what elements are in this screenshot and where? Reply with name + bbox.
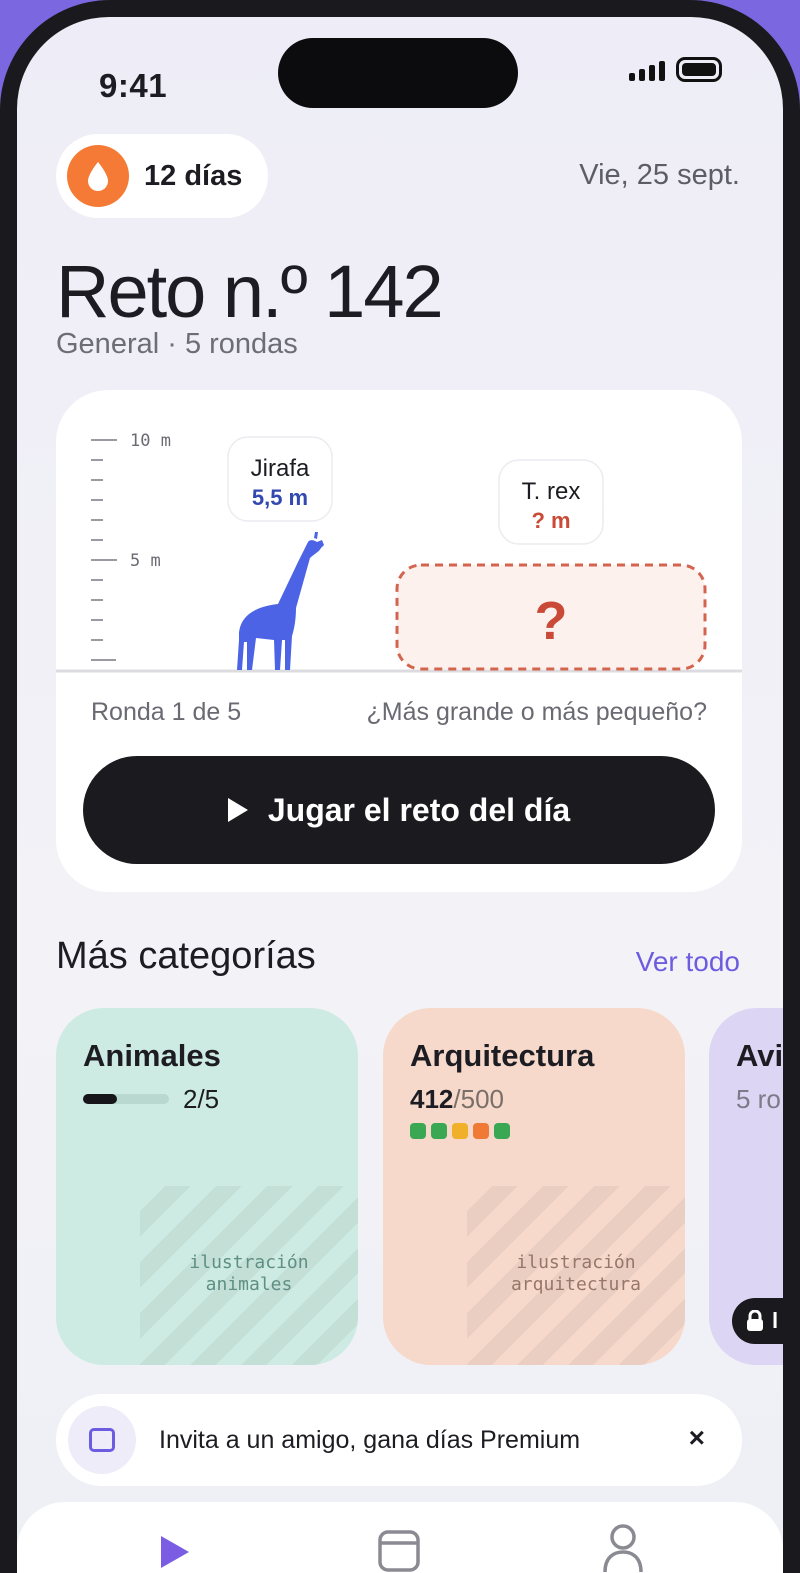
round-label: Ronda 1 de 5 (91, 698, 242, 726)
round-question: ¿Más grande o más pequeño? (366, 698, 708, 726)
drop-icon (67, 145, 129, 207)
category-name: Animales (83, 1038, 221, 1073)
battery-icon (676, 57, 722, 82)
category-progress-bar (83, 1094, 169, 1104)
user-icon (603, 1524, 643, 1573)
invite-banner[interactable]: Invita a un amigo, gana días Premium × (56, 1394, 742, 1486)
play-challenge-button[interactable]: Jugar el reto del día (83, 756, 715, 864)
screen: 9:41 12 días Vie, 25 sept. Reto n.º 142 … (17, 17, 783, 1573)
known-value: 5,5 m (252, 485, 308, 510)
play-challenge-label: Jugar el reto del día (267, 791, 571, 828)
see-all-link[interactable]: Ver todo (636, 946, 740, 978)
category-card-animales[interactable]: Animales 2/5 ilustración animales (56, 1008, 358, 1365)
page-title: Reto n.º 142 (56, 250, 444, 333)
giraffe-icon (237, 532, 324, 670)
category-score-value: 412 (410, 1084, 454, 1114)
unknown-name: T. rex (522, 478, 581, 505)
close-icon[interactable]: × (689, 1422, 705, 1454)
invite-text: Invita a un amigo, gana días Premium (159, 1425, 581, 1454)
streak-label: 12 días (144, 159, 243, 192)
category-score-total: /500 (453, 1084, 504, 1114)
tab-profile[interactable] (602, 1524, 644, 1573)
ruler-top-label: 10 m (130, 431, 171, 451)
category-illustration-label: ilustración arquitectura (510, 1252, 642, 1295)
square-icon (68, 1406, 136, 1474)
phone-frame: 9:41 12 días Vie, 25 sept. Reto n.º 142 … (0, 0, 800, 1573)
signal-icon (629, 61, 665, 81)
dynamic-island (278, 38, 518, 108)
category-score: 412/500 (410, 1084, 504, 1115)
locked-label: l (772, 1308, 779, 1333)
unknown-mark: ? (535, 591, 568, 651)
play-icon (227, 798, 248, 822)
challenge-card: 10 m 5 m Jirafa 5,5 m ? T. rex ? m Ronda… (56, 390, 742, 892)
header-date: Vie, 25 sept. (579, 159, 740, 191)
play-icon (161, 1536, 189, 1568)
category-card-arquitectura[interactable]: Arquitectura 412/500 ilustración arquite… (383, 1008, 685, 1365)
category-progress-text: 2/5 (183, 1084, 220, 1114)
locked-badge: l (732, 1298, 783, 1344)
unknown-value: ? m (531, 508, 570, 533)
lock-icon (747, 1310, 763, 1331)
tab-play[interactable] (159, 1532, 191, 1573)
status-time: 9:41 (99, 67, 168, 104)
tab-calendar[interactable] (378, 1528, 420, 1573)
category-illustration-label: ilustración animales (189, 1252, 309, 1295)
known-name: Jirafa (251, 455, 310, 482)
ruler (91, 439, 117, 661)
ruler-mid-label: 5 m (130, 551, 161, 571)
category-name: Avi (736, 1038, 783, 1073)
category-name: Arquitectura (410, 1038, 595, 1073)
category-sub: 5 ro (736, 1084, 781, 1114)
tab-bar (17, 1502, 783, 1573)
calendar-icon (378, 1530, 420, 1572)
size-comparison: 10 m 5 m Jirafa 5,5 m ? T. rex ? m (56, 431, 742, 673)
streak-badge[interactable]: 12 días (56, 134, 268, 218)
round-info: Ronda 1 de 5 ¿Más grande o más pequeño? (91, 698, 707, 727)
category-result-dots (410, 1123, 510, 1139)
known-label: Jirafa 5,5 m (227, 436, 333, 522)
unknown-label: T. rex ? m (498, 459, 604, 545)
page-subtitle: General · 5 rondas (56, 328, 298, 360)
categories-title: Más categorías (56, 935, 316, 977)
